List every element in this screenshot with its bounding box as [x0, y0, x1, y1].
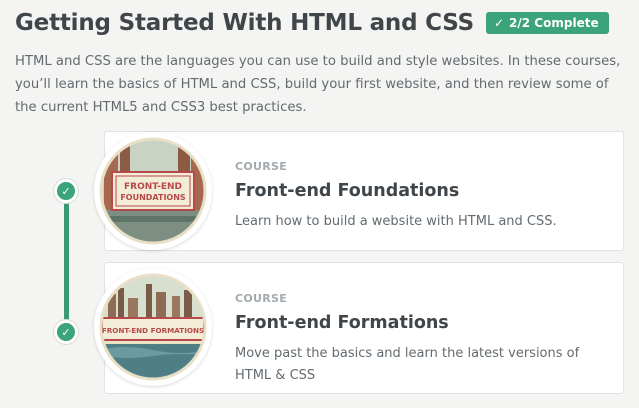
badge-line-2: FOUNDATIONS	[120, 193, 186, 202]
completed-check-icon: ✓	[54, 320, 78, 344]
course-info: COURSE Front-end Formations Move past th…	[235, 292, 605, 387]
foundations-badge-art: FRONT-END FOUNDATIONS	[99, 137, 207, 245]
course-type-label: COURSE	[235, 292, 288, 305]
progress-timeline	[64, 190, 69, 333]
course-title-link[interactable]: Front-end Formations	[235, 313, 605, 333]
badge-line-1: FRONT-END	[124, 182, 182, 192]
front-end-foundations-badge-image[interactable]: FRONT-END FOUNDATIONS	[94, 132, 212, 250]
completion-badge: ✓ 2/2 Complete	[485, 12, 609, 34]
course-description: Move past the basics and learn the lates…	[235, 346, 580, 383]
path-description: HTML and CSS are the languages you can u…	[15, 54, 621, 115]
completed-check-icon: ✓	[54, 179, 78, 203]
course-type-label: COURSE	[235, 160, 288, 173]
front-end-formations-badge-image[interactable]: FRONT-END FORMATIONS	[94, 268, 212, 386]
badge-line-1: FRONT-END FORMATIONS	[102, 326, 204, 335]
course-title-link[interactable]: Front-end Foundations	[235, 181, 605, 201]
completion-label: 2/2 Complete	[509, 16, 599, 30]
path-header: Getting Started With HTML and CSS ✓ 2/2 …	[15, 10, 629, 36]
course-info: COURSE Front-end Foundations Learn how t…	[235, 160, 605, 233]
course-description: Learn how to build a website with HTML a…	[235, 214, 557, 229]
check-icon: ✓	[493, 16, 505, 30]
formations-badge-art: FRONT-END FORMATIONS	[99, 273, 207, 381]
page-title: Getting Started With HTML and CSS	[15, 10, 474, 36]
